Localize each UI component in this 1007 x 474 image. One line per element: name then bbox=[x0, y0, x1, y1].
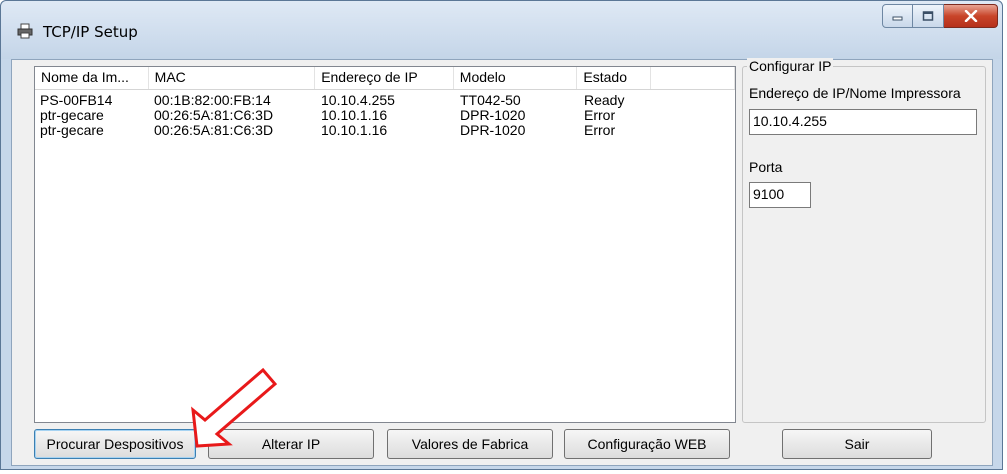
list-header: Nome da Im... MAC Endereço de IP Modelo … bbox=[35, 67, 735, 90]
port-input[interactable]: 9100 bbox=[749, 182, 811, 208]
exit-button[interactable]: Sair bbox=[782, 429, 932, 459]
port-label: Porta bbox=[749, 159, 783, 175]
caption-buttons bbox=[882, 4, 998, 28]
column-header-status[interactable]: Estado bbox=[577, 67, 652, 89]
cell-status: Error bbox=[584, 123, 616, 138]
change-ip-button[interactable]: Alterar IP bbox=[208, 429, 374, 459]
cell-model: DPR-1020 bbox=[460, 108, 526, 123]
cell-status: Ready bbox=[584, 93, 625, 108]
cell-model: TT042-50 bbox=[460, 93, 521, 108]
web-config-button[interactable]: Configuração WEB bbox=[564, 429, 730, 459]
column-header-mac[interactable]: MAC bbox=[149, 67, 316, 89]
maximize-icon bbox=[922, 11, 934, 21]
table-row[interactable]: ptr-gecare 00:26:5A:81:C6:3D 10.10.1.16 … bbox=[35, 108, 735, 123]
cell-name: ptr-gecare bbox=[40, 123, 104, 138]
cell-mac: 00:26:5A:81:C6:3D bbox=[154, 123, 274, 138]
factory-defaults-button[interactable]: Valores de Fabrica bbox=[387, 429, 553, 459]
column-header-empty[interactable] bbox=[651, 67, 735, 89]
window-title: TCP/IP Setup bbox=[43, 23, 138, 41]
ip-address-input[interactable]: 10.10.4.255 bbox=[749, 109, 977, 135]
close-icon bbox=[964, 10, 977, 22]
cell-name: ptr-gecare bbox=[40, 108, 104, 123]
cell-name: PS-00FB14 bbox=[40, 93, 113, 108]
title-bar[interactable]: TCP/IP Setup bbox=[1, 1, 1002, 59]
tcpip-setup-window: TCP/IP Setup Nome da Im... MAC Endereço … bbox=[0, 0, 1003, 470]
table-row[interactable]: ptr-gecare 00:26:5A:81:C6:3D 10.10.1.16 … bbox=[35, 123, 735, 138]
table-row[interactable]: PS-00FB14 00:1B:82:00:FB:14 10.10.4.255 … bbox=[35, 93, 735, 108]
close-button[interactable] bbox=[944, 4, 998, 28]
cell-model: DPR-1020 bbox=[460, 123, 526, 138]
cell-ip: 10.10.1.16 bbox=[321, 108, 388, 123]
cell-ip: 10.10.1.16 bbox=[321, 123, 388, 138]
cell-mac: 00:26:5A:81:C6:3D bbox=[154, 108, 274, 123]
maximize-button[interactable] bbox=[913, 4, 944, 28]
printer-list[interactable]: Nome da Im... MAC Endereço de IP Modelo … bbox=[34, 66, 736, 423]
search-devices-button[interactable]: Procurar Despositivos bbox=[34, 429, 196, 459]
minimize-button[interactable] bbox=[882, 4, 913, 28]
client-area: Nome da Im... MAC Endereço de IP Modelo … bbox=[11, 58, 993, 466]
column-header-model[interactable]: Modelo bbox=[454, 67, 578, 89]
printer-icon bbox=[17, 23, 33, 39]
cell-ip: 10.10.4.255 bbox=[321, 93, 395, 108]
group-title: Configurar IP bbox=[747, 58, 834, 74]
ip-label: Endereço de IP/Nome Impressora bbox=[749, 85, 961, 101]
cell-mac: 00:1B:82:00:FB:14 bbox=[154, 93, 271, 108]
minimize-icon bbox=[892, 16, 902, 21]
cell-status: Error bbox=[584, 108, 616, 123]
column-header-name[interactable]: Nome da Im... bbox=[35, 67, 149, 89]
column-header-ip[interactable]: Endereço de IP bbox=[315, 67, 454, 89]
configure-ip-group: Configurar IP Endereço de IP/Nome Impres… bbox=[742, 58, 986, 423]
